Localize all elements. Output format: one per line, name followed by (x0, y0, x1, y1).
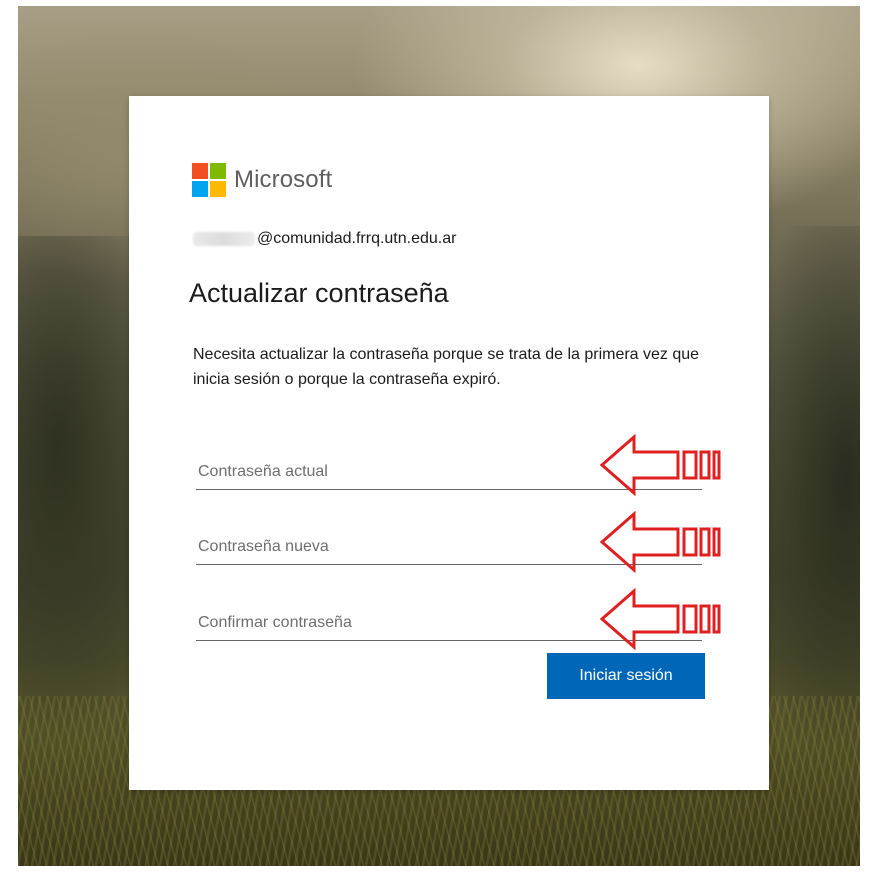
logo-square-blue (192, 181, 208, 197)
sign-in-card: Microsoft @comunidad.frrq.utn.edu.ar Act… (129, 96, 769, 790)
account-email-domain: @comunidad.frrq.utn.edu.ar (257, 230, 457, 247)
instructions-text: Necesita actualizar la contraseña porque… (193, 346, 700, 388)
microsoft-squares-icon (192, 163, 226, 197)
account-identity: @comunidad.frrq.utn.edu.ar (193, 230, 456, 248)
left-arrow-icon (600, 588, 721, 650)
left-arrow-icon (600, 434, 721, 496)
logo-wordmark: Microsoft (234, 166, 333, 193)
logo-square-red (192, 163, 208, 179)
logo-square-yellow (210, 181, 226, 197)
redacted-username (193, 232, 255, 246)
page-title: Actualizar contraseña (189, 278, 449, 308)
screenshot-frame: Microsoft @comunidad.frrq.utn.edu.ar Act… (0, 0, 876, 872)
sign-in-button[interactable]: Iniciar sesión (547, 653, 705, 699)
microsoft-logo: Microsoft (192, 163, 332, 197)
logo-square-green (210, 163, 226, 179)
left-arrow-icon (600, 511, 721, 573)
